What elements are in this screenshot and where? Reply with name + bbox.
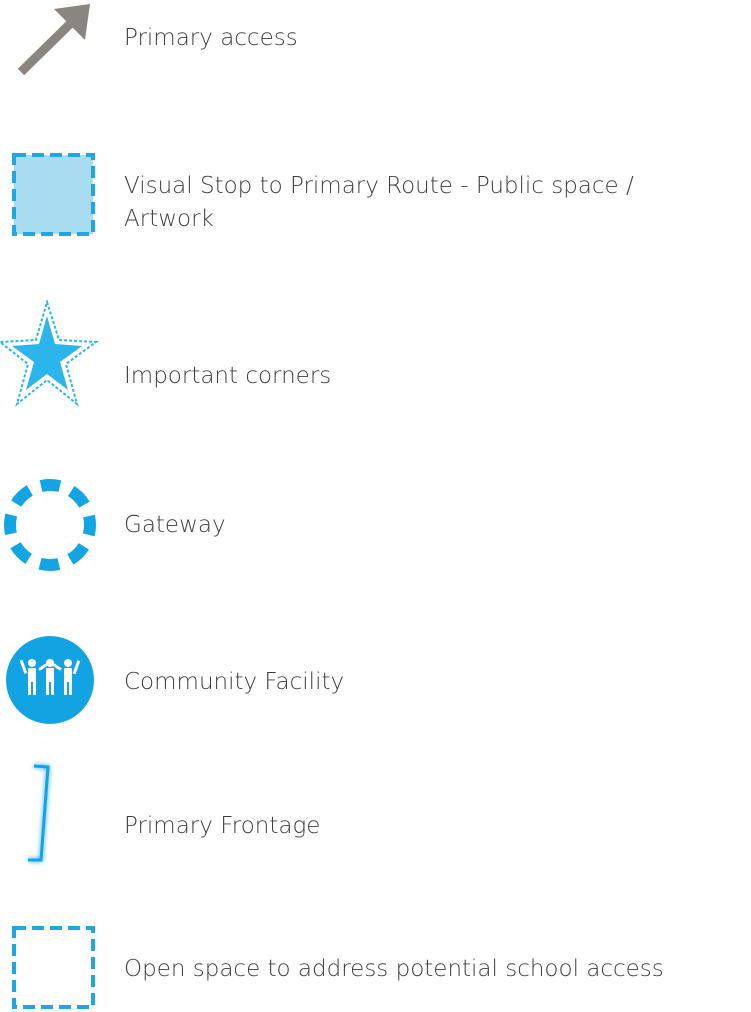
dashed-square-icon [12, 926, 95, 1009]
arrow-icon [17, 4, 90, 76]
legend-item-primary-access: Primary access [0, 0, 751, 90]
frontage-bracket-icon [28, 764, 50, 862]
legend-item-visual-stop: Visual Stop to Primary Route - Public sp… [0, 140, 751, 250]
legend-label: Primary Frontage [124, 813, 321, 839]
legend-item-important-corners: Important corners [0, 300, 751, 410]
dashed-filled-square-icon [12, 153, 95, 236]
legend-label: Primary access [124, 25, 298, 51]
legend-item-community-facility: Community Facility [0, 630, 751, 730]
legend-label: Visual Stop to Primary Route - Public sp… [124, 173, 634, 232]
dashed-circle-icon [4, 479, 96, 571]
legend-label: Important corners [124, 363, 332, 389]
legend-label: Open space to address potential school a… [124, 956, 664, 982]
legend-label: Gateway [124, 512, 226, 538]
legend-label: Community Facility [124, 669, 345, 695]
legend-item-open-space: Open space to address potential school a… [0, 910, 751, 1010]
community-people-icon [6, 636, 94, 724]
star-icon [0, 300, 99, 407]
legend-item-gateway: Gateway [0, 470, 751, 580]
legend-item-primary-frontage: Primary Frontage [0, 760, 751, 870]
